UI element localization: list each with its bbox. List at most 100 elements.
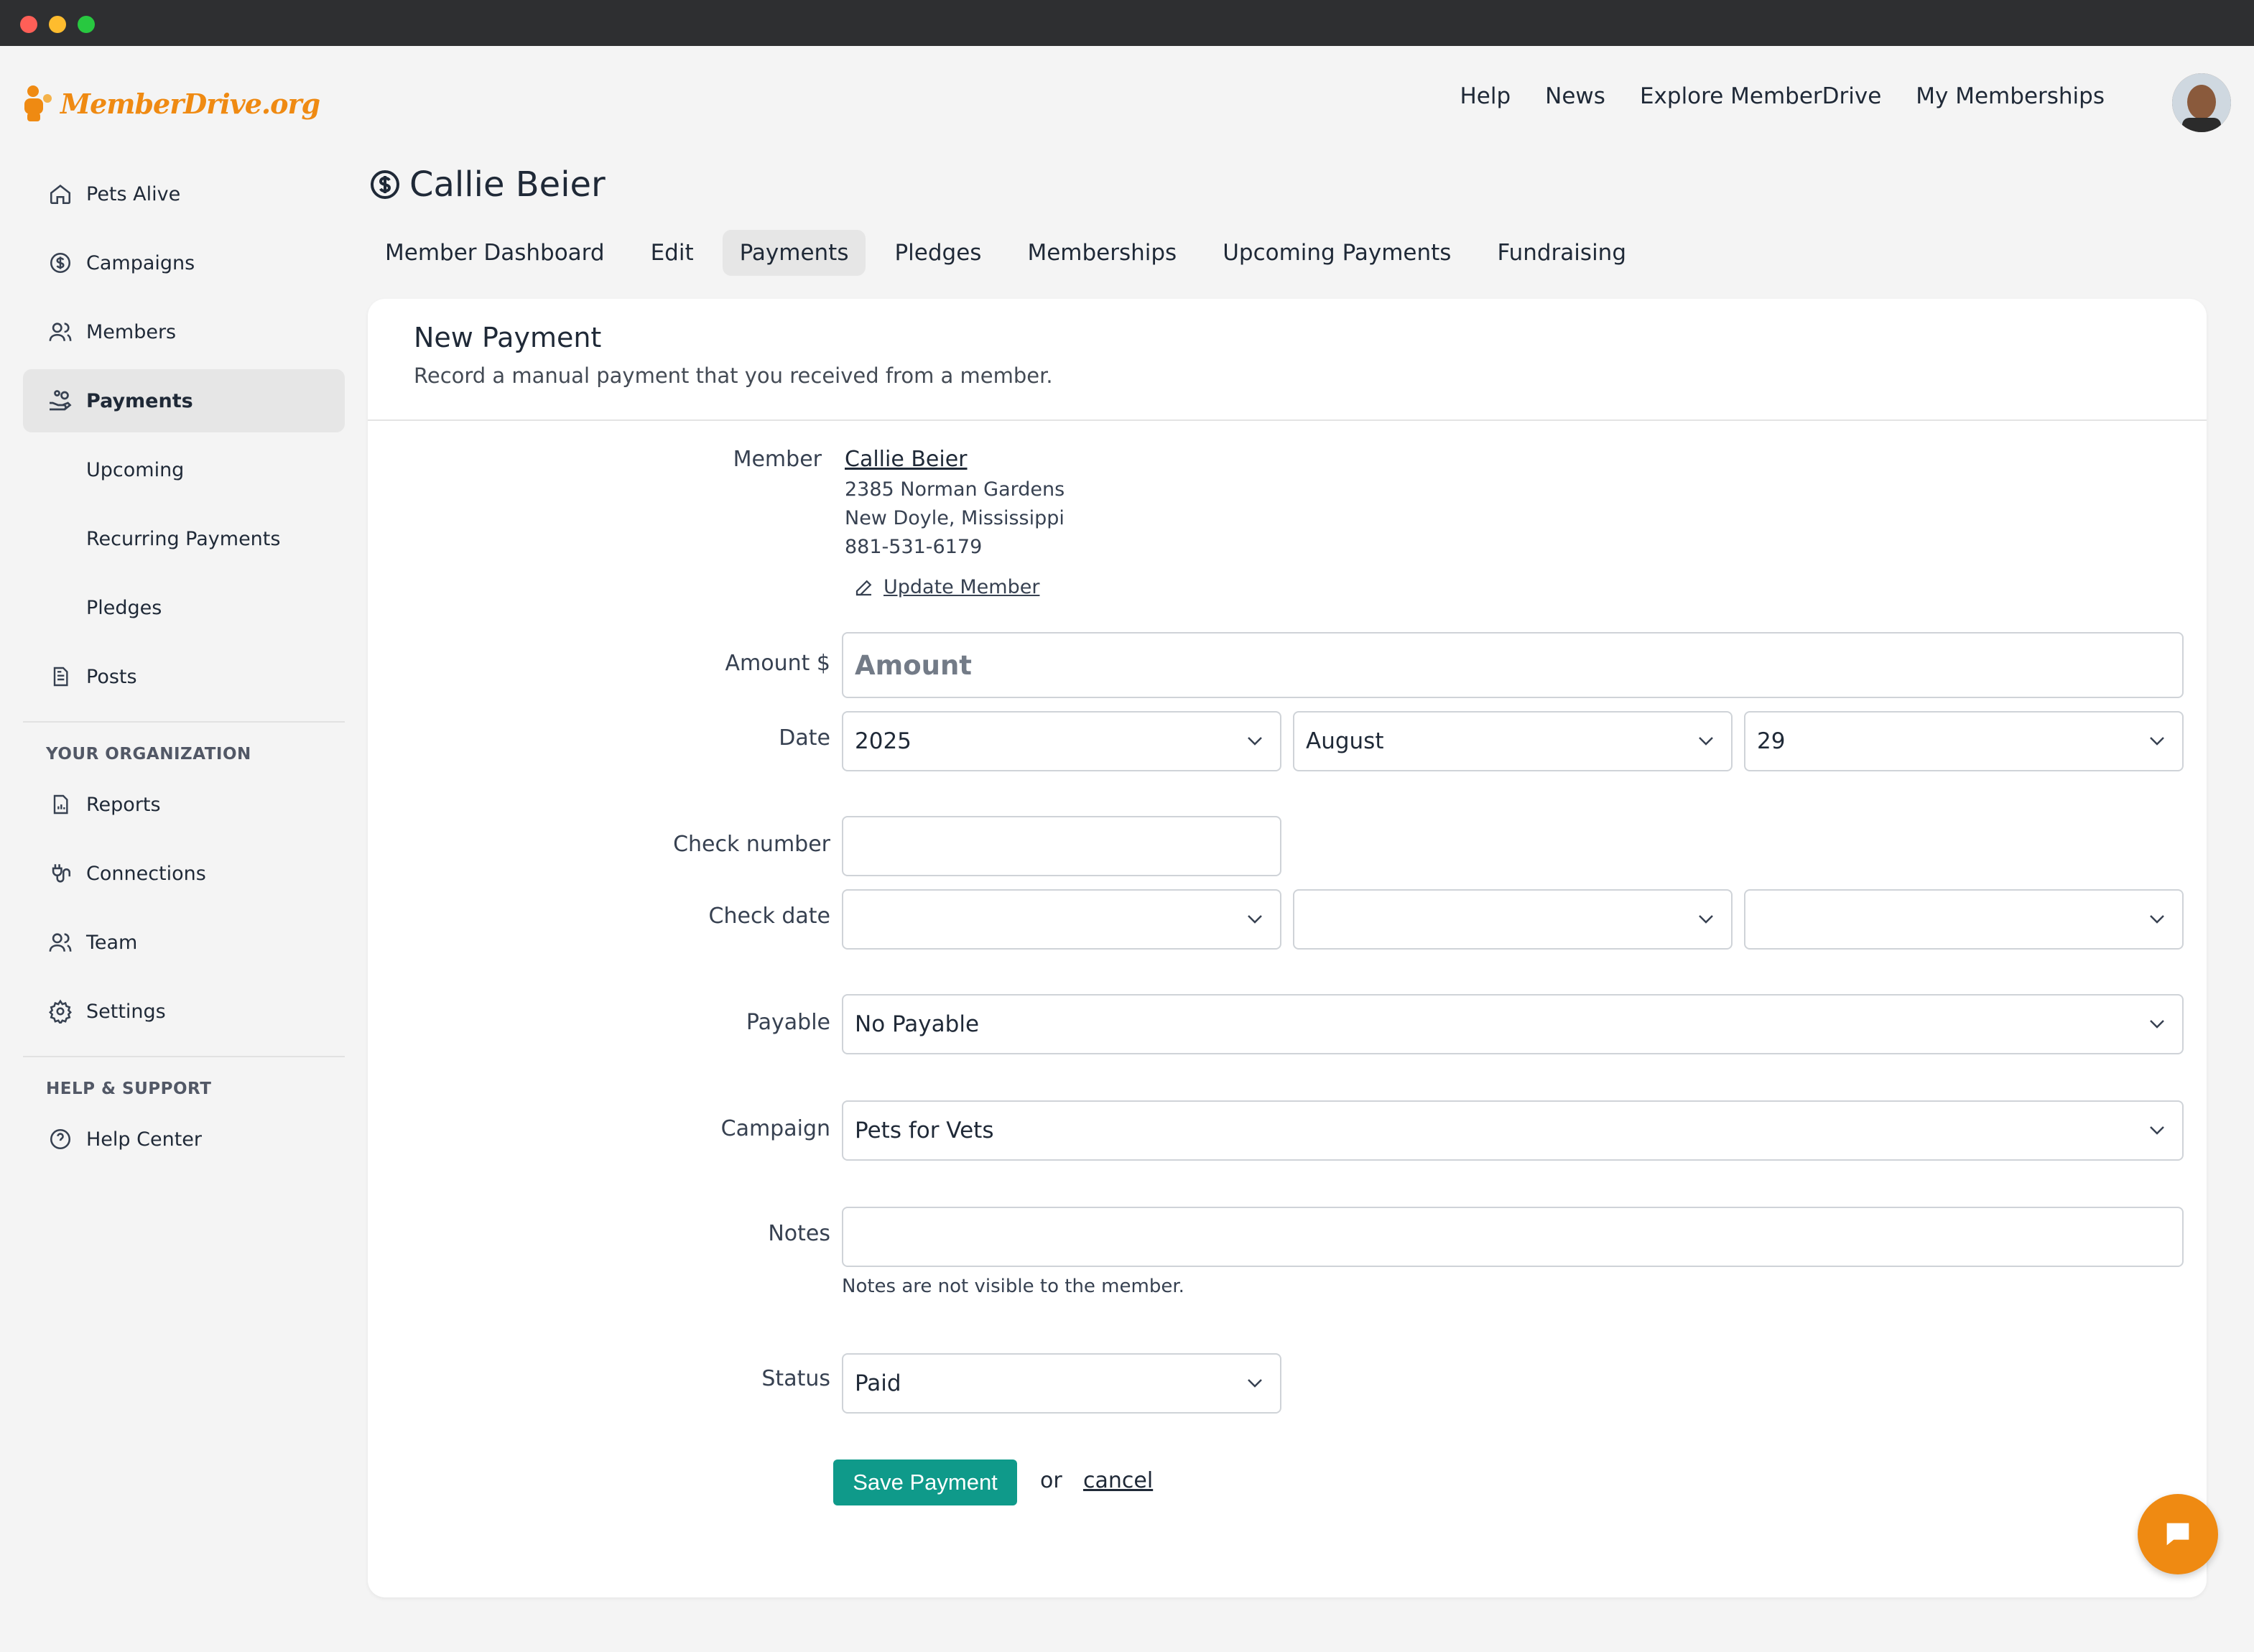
- update-member-link[interactable]: Update Member: [853, 576, 1039, 598]
- notes-hint: Notes are not visible to the member.: [842, 1276, 1184, 1297]
- hand-coins-icon: [46, 386, 75, 415]
- user-avatar[interactable]: [2172, 73, 2231, 132]
- form-subheading: Record a manual payment that you receive…: [414, 363, 1053, 388]
- chevron-down-icon: [1248, 737, 1262, 746]
- payable-select[interactable]: No Payable: [842, 994, 2184, 1054]
- sidebar-heading-help: HELP & SUPPORT: [46, 1080, 212, 1098]
- sidebar-item-label: Connections: [86, 862, 206, 885]
- tab-memberships[interactable]: Memberships: [1010, 230, 1194, 276]
- chevron-down-icon: [1248, 1379, 1262, 1388]
- sidebar-divider: [23, 1056, 345, 1057]
- date-month-select[interactable]: August: [1293, 711, 1733, 771]
- sidebar-item-members[interactable]: Members: [23, 300, 345, 363]
- tab-payments[interactable]: Payments: [722, 230, 866, 276]
- member-name-link[interactable]: Callie Beier: [845, 447, 968, 472]
- check-date-label: Check date: [708, 904, 830, 929]
- date-month-value: August: [1306, 728, 1384, 754]
- maximize-window-button[interactable]: [78, 16, 95, 33]
- amount-placeholder: Amount: [855, 649, 972, 681]
- sidebar-subitem-recurring-payments[interactable]: Recurring Payments: [23, 507, 345, 570]
- check-date-year-select[interactable]: [842, 889, 1281, 950]
- date-day-select[interactable]: 29: [1744, 711, 2184, 771]
- logo-text: MemberDrive.org: [60, 87, 320, 120]
- status-select[interactable]: Paid: [842, 1353, 1281, 1414]
- sidebar-subitem-upcoming[interactable]: Upcoming: [23, 438, 345, 501]
- date-year-select[interactable]: 2025: [842, 711, 1281, 771]
- form-heading: New Payment: [414, 322, 602, 353]
- tab-member-dashboard[interactable]: Member Dashboard: [368, 230, 622, 276]
- sidebar-item-team[interactable]: Team: [23, 911, 345, 974]
- sidebar-item-label: Campaigns: [86, 251, 195, 274]
- check-date-month-select[interactable]: [1293, 889, 1733, 950]
- chevron-down-icon: [2150, 1126, 2164, 1135]
- amount-label: Amount $: [725, 651, 830, 676]
- home-icon: [46, 180, 75, 208]
- payable-value: No Payable: [855, 1011, 980, 1037]
- tab-upcoming-payments[interactable]: Upcoming Payments: [1205, 230, 1468, 276]
- sidebar-item-posts[interactable]: Posts: [23, 645, 345, 708]
- nav-explore[interactable]: Explore MemberDrive: [1640, 83, 1881, 109]
- sidebar-item-campaigns[interactable]: Campaigns: [23, 231, 345, 294]
- gear-icon: [46, 997, 75, 1026]
- tab-edit[interactable]: Edit: [634, 230, 711, 276]
- date-label: Date: [779, 725, 830, 751]
- document-icon: [46, 662, 75, 691]
- avatar-image: [2172, 73, 2231, 132]
- save-payment-button[interactable]: Save Payment: [833, 1460, 1017, 1505]
- logo-icon: [24, 85, 52, 121]
- sidebar-item-settings[interactable]: Settings: [23, 980, 345, 1043]
- sidebar: Pets Alive Campaigns Members Payments Up…: [23, 162, 345, 1177]
- notes-label: Notes: [768, 1221, 830, 1246]
- status-label: Status: [761, 1366, 830, 1391]
- campaign-label: Campaign: [720, 1116, 830, 1141]
- member-tabs: Member Dashboard Edit Payments Pledges M…: [368, 230, 1643, 276]
- check-number-label: Check number: [673, 832, 830, 857]
- check-number-input[interactable]: [842, 816, 1281, 876]
- or-text: or: [1040, 1468, 1062, 1493]
- check-date-day-select[interactable]: [1744, 889, 2184, 950]
- new-payment-card: New Payment Record a manual payment that…: [368, 299, 2207, 1597]
- nav-help[interactable]: Help: [1460, 83, 1511, 109]
- tab-fundraising[interactable]: Fundraising: [1480, 230, 1643, 276]
- cancel-link[interactable]: cancel: [1083, 1468, 1153, 1493]
- sidebar-item-label: Settings: [86, 1000, 166, 1023]
- chevron-down-icon: [2150, 1020, 2164, 1029]
- member-phone: 881-531-6179: [845, 536, 983, 558]
- brand-logo[interactable]: MemberDrive.org: [22, 80, 320, 126]
- date-year-value: 2025: [855, 728, 912, 754]
- sidebar-item-pets-alive[interactable]: Pets Alive: [23, 162, 345, 226]
- chat-button[interactable]: [2138, 1494, 2218, 1574]
- sidebar-divider: [23, 721, 345, 723]
- chat-icon: [2166, 1523, 2189, 1546]
- sidebar-item-reports[interactable]: Reports: [23, 773, 345, 836]
- window-titlebar: [0, 0, 2254, 46]
- plug-icon: [46, 859, 75, 888]
- amount-input[interactable]: Amount: [842, 632, 2184, 698]
- chevron-down-icon: [2150, 915, 2164, 924]
- users-icon: [46, 317, 75, 346]
- chevron-down-icon: [1699, 737, 1713, 746]
- minimize-window-button[interactable]: [49, 16, 66, 33]
- member-label: Member: [733, 447, 822, 472]
- report-icon: [46, 790, 75, 819]
- sidebar-item-label: Pets Alive: [86, 182, 181, 205]
- member-address-line2: New Doyle, Mississippi: [845, 507, 1065, 529]
- tab-pledges[interactable]: Pledges: [877, 230, 998, 276]
- pencil-icon: [855, 580, 872, 595]
- chevron-down-icon: [2150, 737, 2164, 746]
- dollar-circle-icon: [371, 170, 399, 199]
- nav-my-memberships[interactable]: My Memberships: [1916, 83, 2105, 109]
- sidebar-subitem-pledges[interactable]: Pledges: [23, 576, 345, 639]
- member-address-line1: 2385 Norman Gardens: [845, 478, 1065, 501]
- chevron-down-icon: [1248, 915, 1262, 924]
- page-title: Callie Beier: [368, 159, 606, 210]
- sidebar-item-payments[interactable]: Payments: [23, 369, 345, 432]
- sidebar-item-help-center[interactable]: Help Center: [23, 1108, 345, 1171]
- close-window-button[interactable]: [20, 16, 37, 33]
- campaign-select[interactable]: Pets for Vets: [842, 1100, 2184, 1161]
- nav-news[interactable]: News: [1545, 83, 1605, 109]
- sidebar-item-label: Team: [86, 931, 138, 954]
- notes-input[interactable]: [842, 1207, 2184, 1267]
- sidebar-item-connections[interactable]: Connections: [23, 842, 345, 905]
- sidebar-heading-organization: YOUR ORGANIZATION: [46, 745, 251, 764]
